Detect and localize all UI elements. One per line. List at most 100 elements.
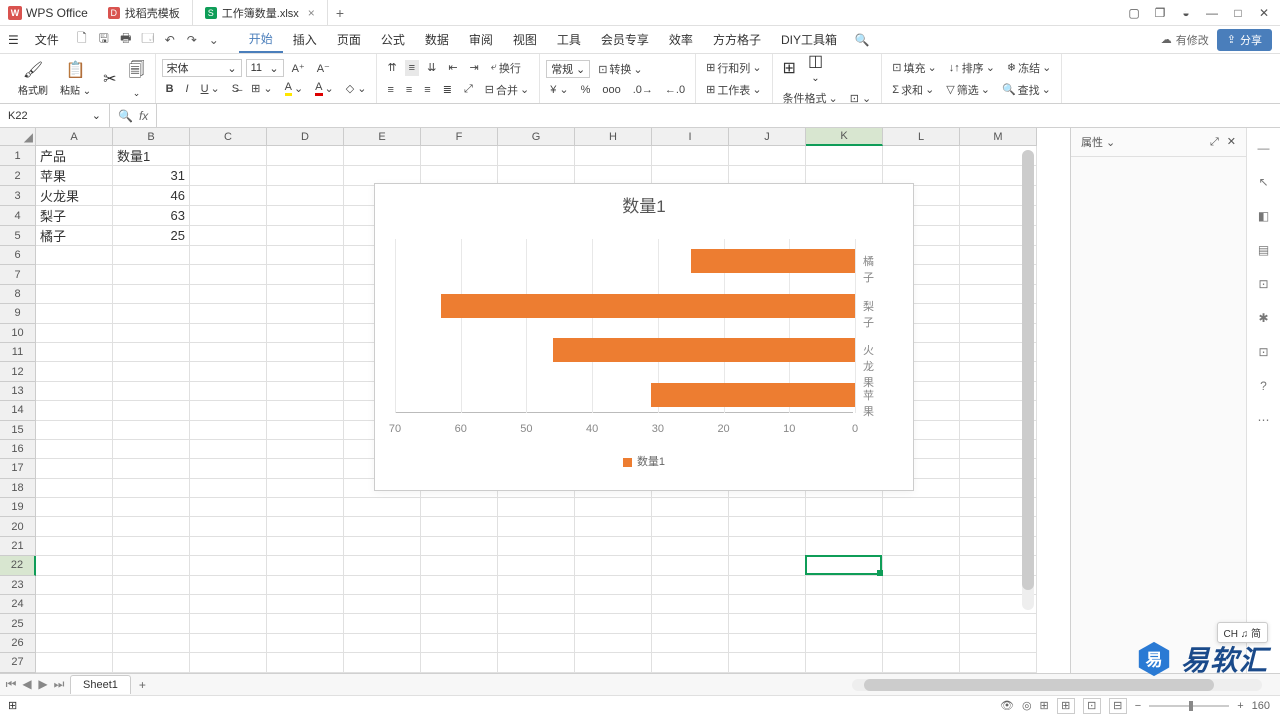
row-header-8[interactable]: 8 [0, 285, 36, 304]
cell-D5[interactable] [267, 226, 344, 246]
cell-B24[interactable] [113, 595, 190, 614]
zoom-fx-icon[interactable]: 🔍 [118, 109, 133, 123]
cell-E21[interactable] [344, 537, 421, 556]
save-icon[interactable]: 🖫 [95, 31, 113, 49]
cell-H23[interactable] [575, 576, 652, 595]
rowcol-button[interactable]: ⊞ 行和列 ⌄ [702, 58, 765, 78]
cell-I27[interactable] [652, 653, 729, 672]
dec-inc-icon[interactable]: .0→ [629, 82, 657, 98]
cell-H27[interactable] [575, 653, 652, 672]
row-header-17[interactable]: 17 [0, 459, 36, 478]
col-header-F[interactable]: F [421, 128, 498, 146]
zoom-level[interactable]: 160 [1252, 700, 1270, 712]
cell-B18[interactable] [113, 479, 190, 498]
cell-D11[interactable] [267, 343, 344, 362]
hamburger-icon[interactable]: ☰ [0, 33, 27, 47]
cell-G27[interactable] [498, 653, 575, 672]
cell-J27[interactable] [729, 653, 806, 672]
cell-A11[interactable] [36, 343, 113, 362]
cell-E23[interactable] [344, 576, 421, 595]
align-top-icon[interactable]: ⇈ [383, 59, 400, 76]
cell-B23[interactable] [113, 576, 190, 595]
cell-A26[interactable] [36, 634, 113, 653]
cell-B19[interactable] [113, 498, 190, 517]
cell-C9[interactable] [190, 304, 267, 323]
col-header-E[interactable]: E [344, 128, 421, 146]
merge-button[interactable]: ⊟ 合并 ⌄ [481, 80, 533, 100]
cell-B27[interactable] [113, 653, 190, 672]
cell-L21[interactable] [883, 537, 960, 556]
font-family-select[interactable]: 宋体⌄ [162, 59, 242, 77]
close-icon[interactable]: ✕ [1252, 1, 1276, 25]
cell-C24[interactable] [190, 595, 267, 614]
cell-K25[interactable] [806, 614, 883, 633]
cell-E26[interactable] [344, 634, 421, 653]
cell-J24[interactable] [729, 595, 806, 614]
font-size-select[interactable]: 11⌄ [246, 59, 284, 77]
zoom-in-icon[interactable]: + [1237, 700, 1243, 712]
cell-D9[interactable] [267, 304, 344, 323]
cell-B16[interactable] [113, 440, 190, 459]
cell-K20[interactable] [806, 517, 883, 536]
user-avatar-icon[interactable]: ◒ [1174, 1, 1198, 25]
bold-button[interactable]: B [162, 81, 178, 97]
cell-J21[interactable] [729, 537, 806, 556]
row-header-3[interactable]: 3 [0, 186, 36, 206]
row-header-2[interactable]: 2 [0, 166, 36, 186]
cell-I22[interactable] [652, 556, 729, 575]
cell-L20[interactable] [883, 517, 960, 536]
name-box[interactable]: K22⌄ [0, 104, 110, 127]
cell-F1[interactable] [421, 146, 498, 166]
menu-tab-4[interactable]: 数据 [415, 26, 459, 53]
cell-B11[interactable] [113, 343, 190, 362]
cell-G25[interactable] [498, 614, 575, 633]
sheet-last-icon[interactable]: ⏭ [52, 677, 66, 692]
cell-A9[interactable] [36, 304, 113, 323]
formula-input[interactable] [157, 104, 1280, 127]
cell-C11[interactable] [190, 343, 267, 362]
cell-L27[interactable] [883, 653, 960, 672]
indent-inc-icon[interactable]: ⇥ [466, 59, 483, 76]
close-panel-icon[interactable]: ✕ [1227, 136, 1236, 148]
cell-E27[interactable] [344, 653, 421, 672]
cell-G22[interactable] [498, 556, 575, 575]
cell-C17[interactable] [190, 459, 267, 478]
dock-collapse-icon[interactable]: — [1254, 138, 1274, 158]
cell-J26[interactable] [729, 634, 806, 653]
menu-tab-6[interactable]: 视图 [503, 26, 547, 53]
cell-A1[interactable]: 产品 [36, 146, 113, 166]
cell-F21[interactable] [421, 537, 498, 556]
new-doc-icon[interactable]: 🗋 [73, 31, 91, 49]
menu-tab-1[interactable]: 插入 [283, 26, 327, 53]
row-header-25[interactable]: 25 [0, 614, 36, 633]
align-right-icon[interactable]: ≡ [420, 82, 434, 98]
cell-B6[interactable] [113, 246, 190, 265]
cell-D4[interactable] [267, 206, 344, 226]
cell-I26[interactable] [652, 634, 729, 653]
cell-D22[interactable] [267, 556, 344, 575]
sheet-next-icon[interactable]: ▶ [36, 677, 50, 692]
cell-C14[interactable] [190, 401, 267, 420]
cell-A8[interactable] [36, 285, 113, 304]
dock-backup-icon[interactable]: ⊡ [1254, 274, 1274, 294]
row-header-15[interactable]: 15 [0, 421, 36, 440]
cell-C20[interactable] [190, 517, 267, 536]
cell-G24[interactable] [498, 595, 575, 614]
row-header-18[interactable]: 18 [0, 479, 36, 498]
row-header-9[interactable]: 9 [0, 304, 36, 323]
cell-A22[interactable] [36, 556, 113, 575]
cell-A23[interactable] [36, 576, 113, 595]
col-header-H[interactable]: H [575, 128, 652, 146]
dock-select-icon[interactable]: ↖ [1254, 172, 1274, 192]
col-header-J[interactable]: J [729, 128, 806, 146]
cell-D10[interactable] [267, 324, 344, 343]
justify-icon[interactable]: ≣ [439, 81, 456, 98]
number-format-select[interactable]: 常规⌄ [546, 60, 590, 78]
cell-H24[interactable] [575, 595, 652, 614]
cell-A12[interactable] [36, 362, 113, 381]
dropdown-icon[interactable]: ⌄ [205, 31, 223, 49]
dock-help-icon[interactable]: ? [1254, 376, 1274, 396]
cell-M27[interactable] [960, 653, 1037, 672]
cell-A27[interactable] [36, 653, 113, 672]
row-header-11[interactable]: 11 [0, 343, 36, 362]
